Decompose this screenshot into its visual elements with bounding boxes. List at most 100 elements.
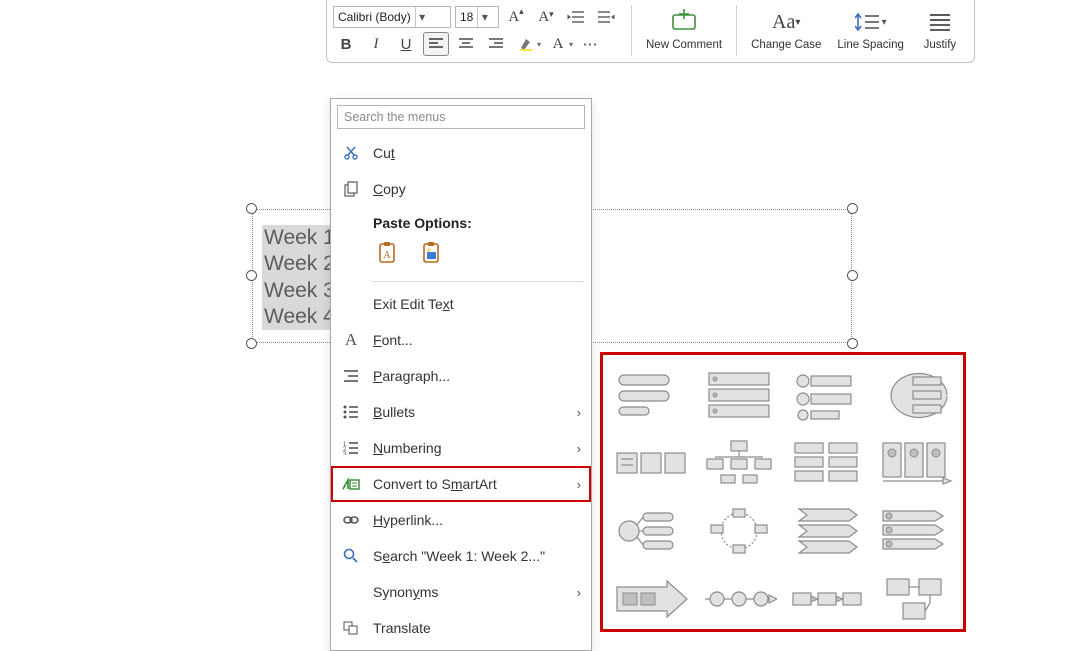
smartart-layout[interactable] xyxy=(613,501,689,561)
smartart-layout[interactable] xyxy=(701,433,777,493)
menu-label: Numbering xyxy=(373,440,442,456)
resize-handle[interactable] xyxy=(246,270,257,281)
menu-label: Exit Edit Text xyxy=(373,296,454,312)
paste-use-destination-button[interactable]: A xyxy=(373,239,401,267)
font-name-value: Calibri (Body) xyxy=(334,10,415,24)
new-comment-button[interactable]: New Comment xyxy=(638,5,730,56)
menu-synonyms[interactable]: Synonyms › xyxy=(331,574,591,610)
smartart-layout[interactable] xyxy=(877,501,953,561)
menu-label: Paragraph... xyxy=(373,368,450,384)
textbox-content[interactable]: Week 1 Week 2 Week 3 Week 4 xyxy=(262,225,337,330)
scissors-icon xyxy=(341,145,361,161)
link-icon xyxy=(341,514,361,526)
bullets-icon xyxy=(341,405,361,419)
search-icon xyxy=(341,548,361,564)
menu-label: Bullets xyxy=(373,404,415,420)
increase-indent-button[interactable] xyxy=(593,5,619,29)
smartart-gallery xyxy=(600,352,966,632)
menu-cut[interactable]: Cut xyxy=(331,135,591,171)
paragraph-icon xyxy=(341,369,361,383)
smartart-layout[interactable] xyxy=(613,569,689,629)
menu-numbering[interactable]: 123 Numbering › xyxy=(331,430,591,466)
menu-label: Hyperlink... xyxy=(373,512,443,528)
menu-hyperlink[interactable]: Hyperlink... xyxy=(331,502,591,538)
menu-label: Convert to SmartArt xyxy=(373,476,497,492)
menu-copy[interactable]: Copy xyxy=(331,171,591,207)
separator xyxy=(631,5,632,56)
menu-bullets[interactable]: Bullets › xyxy=(331,394,591,430)
line-spacing-button[interactable]: ▾ Line Spacing xyxy=(829,5,912,56)
smartart-layout[interactable] xyxy=(789,501,865,561)
font-size-value: 18 xyxy=(456,10,477,24)
smartart-layout[interactable] xyxy=(877,569,953,629)
resize-handle[interactable] xyxy=(847,270,858,281)
font-color-button[interactable]: A ▾ xyxy=(545,32,573,56)
paste-picture-button[interactable] xyxy=(417,239,445,267)
menu-translate[interactable]: Translate xyxy=(331,610,591,646)
chevron-down-icon: ▾ xyxy=(537,40,541,49)
more-font-button[interactable]: ⋯ xyxy=(577,32,603,56)
align-center-button[interactable] xyxy=(453,32,479,56)
shrink-font-button[interactable]: A▾ xyxy=(533,5,559,29)
copy-icon xyxy=(341,181,361,197)
grow-font-button[interactable]: A▴ xyxy=(503,5,529,29)
smartart-layout[interactable] xyxy=(701,365,777,425)
line-spacing-label: Line Spacing xyxy=(837,39,904,52)
bold-button[interactable]: B xyxy=(333,32,359,56)
smartart-layout[interactable] xyxy=(789,433,865,493)
paste-options-heading: Paste Options: xyxy=(331,207,591,235)
resize-handle[interactable] xyxy=(246,338,257,349)
chevron-down-icon: ▾ xyxy=(477,7,491,27)
smartart-layout[interactable] xyxy=(701,501,777,561)
numbering-icon: 123 xyxy=(341,441,361,455)
smartart-icon xyxy=(341,477,361,491)
line-spacing-icon: ▾ xyxy=(855,7,887,37)
smartart-layout[interactable] xyxy=(701,569,777,629)
change-case-button[interactable]: Aa▾ Change Case xyxy=(743,5,829,56)
menu-search-input[interactable]: Search the menus xyxy=(337,105,585,129)
highlight-button[interactable]: ▾ xyxy=(513,32,541,56)
menu-label: Synonyms xyxy=(373,584,438,600)
menu-label: Font... xyxy=(373,332,413,348)
underline-button[interactable]: U xyxy=(393,32,419,56)
menu-exit-edit-text[interactable]: Exit Edit Text xyxy=(331,286,591,322)
menu-font[interactable]: A Font... xyxy=(331,322,591,358)
text-line: Week 4 xyxy=(264,304,335,330)
italic-button[interactable]: I xyxy=(363,32,389,56)
chevron-right-icon: › xyxy=(577,405,581,420)
chevron-down-icon: ▾ xyxy=(415,7,429,27)
svg-text:3: 3 xyxy=(343,452,347,455)
change-case-label: Change Case xyxy=(751,39,821,52)
ribbon-font-group: Calibri (Body) ▾ 18 ▾ A▴ A▾ B I U xyxy=(326,0,975,63)
smartart-layout[interactable] xyxy=(789,569,865,629)
resize-handle[interactable] xyxy=(246,203,257,214)
menu-convert-to-smartart[interactable]: Convert to SmartArt › xyxy=(331,466,591,502)
smartart-layout[interactable] xyxy=(789,365,865,425)
decrease-indent-button[interactable] xyxy=(563,5,589,29)
translate-icon xyxy=(341,621,361,635)
justify-button[interactable]: Justify xyxy=(912,5,968,56)
resize-handle[interactable] xyxy=(847,203,858,214)
menu-search-selection[interactable]: Search "Week 1: Week 2..." xyxy=(331,538,591,574)
context-menu: Search the menus Cut Copy Paste Options:… xyxy=(330,98,592,651)
smartart-layout[interactable] xyxy=(613,433,689,493)
menu-label: Search "Week 1: Week 2..." xyxy=(373,548,545,564)
menu-label: Cut xyxy=(373,145,395,161)
menu-paragraph[interactable]: Paragraph... xyxy=(331,358,591,394)
svg-text:A: A xyxy=(383,250,391,261)
font-size-combo[interactable]: 18 ▾ xyxy=(455,6,499,28)
smartart-layout[interactable] xyxy=(877,433,953,493)
chevron-right-icon: › xyxy=(577,441,581,456)
smartart-layout[interactable] xyxy=(613,365,689,425)
chevron-right-icon: › xyxy=(577,585,581,600)
align-right-button[interactable] xyxy=(483,32,509,56)
new-comment-label: New Comment xyxy=(646,39,722,52)
menu-label: Copy xyxy=(373,181,406,197)
text-line: Week 2 xyxy=(264,251,335,277)
resize-handle[interactable] xyxy=(847,338,858,349)
change-case-icon: Aa▾ xyxy=(772,7,800,37)
menu-label: Translate xyxy=(373,620,431,636)
align-left-button[interactable] xyxy=(423,32,449,56)
font-name-combo[interactable]: Calibri (Body) ▾ xyxy=(333,6,451,28)
smartart-layout[interactable] xyxy=(877,365,953,425)
